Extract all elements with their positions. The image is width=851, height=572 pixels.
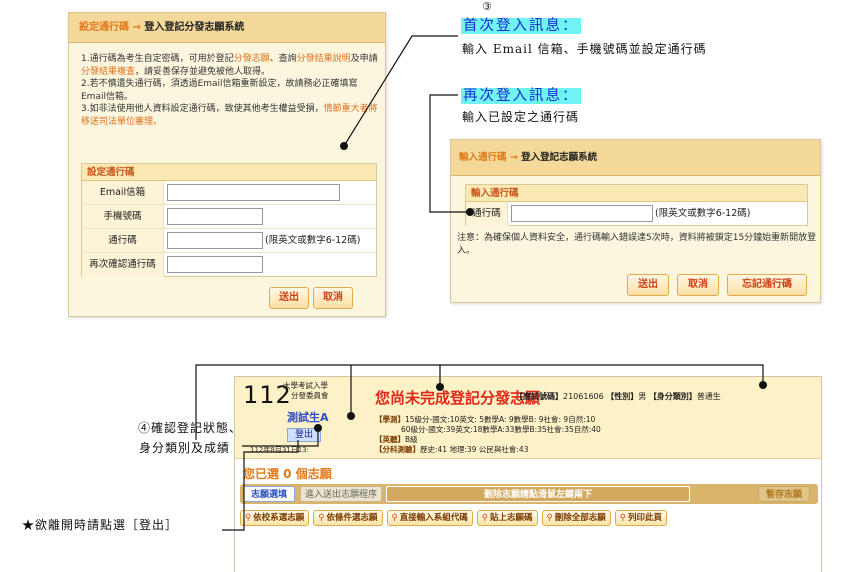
- connector-name: [242, 426, 319, 447]
- connector-first-login: [343, 35, 458, 147]
- connector-status-bracket: [195, 364, 764, 440]
- connector-logout: [222, 505, 245, 531]
- connector-lines: [195, 35, 767, 531]
- connector-again-login: [429, 94, 470, 213]
